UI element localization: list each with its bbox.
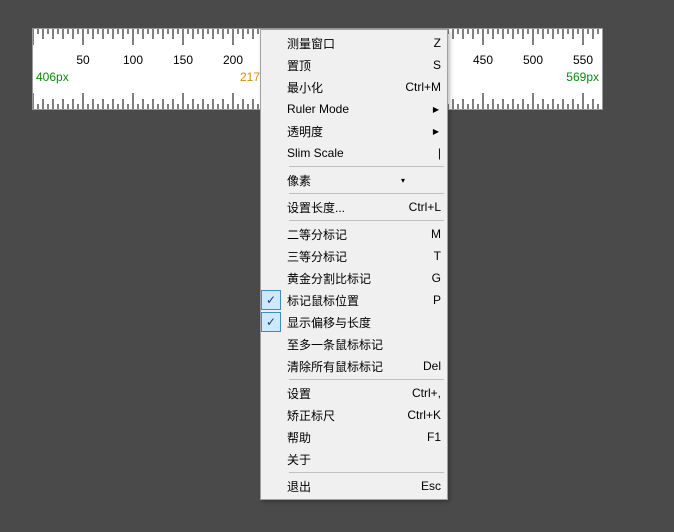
menu-item-shortcut: T bbox=[401, 249, 441, 263]
menu-item[interactable]: 置顶 S bbox=[263, 54, 445, 76]
menu-item-label: 矫正标尺 bbox=[287, 407, 393, 424]
menu-item[interactable]: 测量窗口 Z bbox=[263, 32, 445, 54]
menu-item[interactable]: 帮助 F1 bbox=[263, 426, 445, 448]
ruler-cursor-readout: 217 bbox=[240, 70, 260, 84]
menu-separator bbox=[289, 220, 444, 221]
menu-item-shortcut: S bbox=[401, 58, 441, 72]
menu-item-label: 黄金分割比标记 bbox=[287, 270, 393, 287]
menu-item[interactable]: 退出 Esc bbox=[263, 475, 445, 497]
ruler-left-readout: 406px bbox=[36, 70, 69, 84]
ruler-tick-label: 150 bbox=[173, 53, 193, 67]
menu-item[interactable]: 至多一条鼠标标记 bbox=[263, 333, 445, 355]
menu-item[interactable]: 二等分标记 M bbox=[263, 223, 445, 245]
menu-item-label: 最小化 bbox=[287, 79, 393, 96]
menu-item-label: 二等分标记 bbox=[287, 226, 393, 243]
menu-item-shortcut: Z bbox=[401, 36, 441, 50]
ruler-tick-label: 200 bbox=[223, 53, 243, 67]
menu-item[interactable]: ✓ 标记鼠标位置 P bbox=[263, 289, 445, 311]
ruler-tick-label: 100 bbox=[123, 53, 143, 67]
menu-separator bbox=[289, 193, 444, 194]
menu-item[interactable]: Ruler Mode▶ bbox=[263, 98, 445, 120]
ruler-tick-label: 50 bbox=[76, 53, 89, 67]
menu-item-label: 至多一条鼠标标记 bbox=[287, 336, 441, 353]
menu-item-shortcut: | bbox=[401, 146, 441, 160]
menu-item-label: Ruler Mode bbox=[287, 102, 441, 116]
ruler-tick-label: 450 bbox=[473, 53, 493, 67]
menu-separator bbox=[289, 472, 444, 473]
menu-item-label: 像素 bbox=[287, 172, 441, 189]
menu-item[interactable]: 黄金分割比标记 G bbox=[263, 267, 445, 289]
check-icon: ✓ bbox=[261, 312, 281, 332]
menu-separator bbox=[289, 379, 444, 380]
menu-item[interactable]: 三等分标记 T bbox=[263, 245, 445, 267]
menu-item[interactable]: 关于 bbox=[263, 448, 445, 470]
submenu-arrow-icon: ▶ bbox=[433, 127, 439, 136]
menu-item-label: 置顶 bbox=[287, 57, 393, 74]
menu-item[interactable]: 清除所有鼠标标记 Del bbox=[263, 355, 445, 377]
menu-item[interactable]: 最小化 Ctrl+M bbox=[263, 76, 445, 98]
menu-item[interactable]: 透明度▶ bbox=[263, 120, 445, 142]
menu-item[interactable]: ✓ 显示偏移与长度 bbox=[263, 311, 445, 333]
menu-item[interactable]: 像素▾ bbox=[263, 169, 445, 191]
menu-item-label: 关于 bbox=[287, 451, 441, 468]
menu-item[interactable]: 矫正标尺 Ctrl+K bbox=[263, 404, 445, 426]
menu-item-shortcut: Del bbox=[401, 359, 441, 373]
menu-item-label: 设置 bbox=[287, 385, 393, 402]
menu-item-label: Slim Scale bbox=[287, 146, 393, 160]
context-menu: 测量窗口Z置顶S最小化Ctrl+MRuler Mode▶透明度▶Slim Sca… bbox=[260, 29, 448, 500]
menu-item-shortcut: Ctrl+L bbox=[401, 200, 441, 214]
menu-item-shortcut: F1 bbox=[401, 430, 441, 444]
menu-item-label: 三等分标记 bbox=[287, 248, 393, 265]
menu-item-label: 透明度 bbox=[287, 123, 441, 140]
menu-item-shortcut: Ctrl+M bbox=[401, 80, 441, 94]
menu-item[interactable]: 设置 Ctrl+, bbox=[263, 382, 445, 404]
menu-item-label: 帮助 bbox=[287, 429, 393, 446]
ruler-right-readout: 569px bbox=[566, 70, 599, 84]
menu-item-shortcut: G bbox=[401, 271, 441, 285]
menu-item-shortcut: P bbox=[401, 293, 441, 307]
menu-item-label: 设置长度... bbox=[287, 199, 393, 216]
menu-item[interactable]: Slim Scale | bbox=[263, 142, 445, 164]
menu-item-shortcut: Esc bbox=[401, 479, 441, 493]
menu-item-label: 清除所有鼠标标记 bbox=[287, 358, 393, 375]
check-icon: ✓ bbox=[261, 290, 281, 310]
ruler-tick-label: 550 bbox=[573, 53, 593, 67]
ruler-tick-label: 500 bbox=[523, 53, 543, 67]
menu-item-label: 显示偏移与长度 bbox=[287, 314, 441, 331]
menu-item-label: 测量窗口 bbox=[287, 35, 393, 52]
menu-item-shortcut: M bbox=[401, 227, 441, 241]
menu-item-label: 退出 bbox=[287, 478, 393, 495]
submenu-arrow-icon: ▶ bbox=[433, 105, 439, 114]
dropdown-arrow-icon: ▾ bbox=[401, 176, 405, 185]
menu-separator bbox=[289, 166, 444, 167]
menu-item-label: 标记鼠标位置 bbox=[287, 292, 393, 309]
menu-item-shortcut: Ctrl+K bbox=[401, 408, 441, 422]
menu-item-shortcut: Ctrl+, bbox=[401, 386, 441, 400]
menu-item[interactable]: 设置长度... Ctrl+L bbox=[263, 196, 445, 218]
